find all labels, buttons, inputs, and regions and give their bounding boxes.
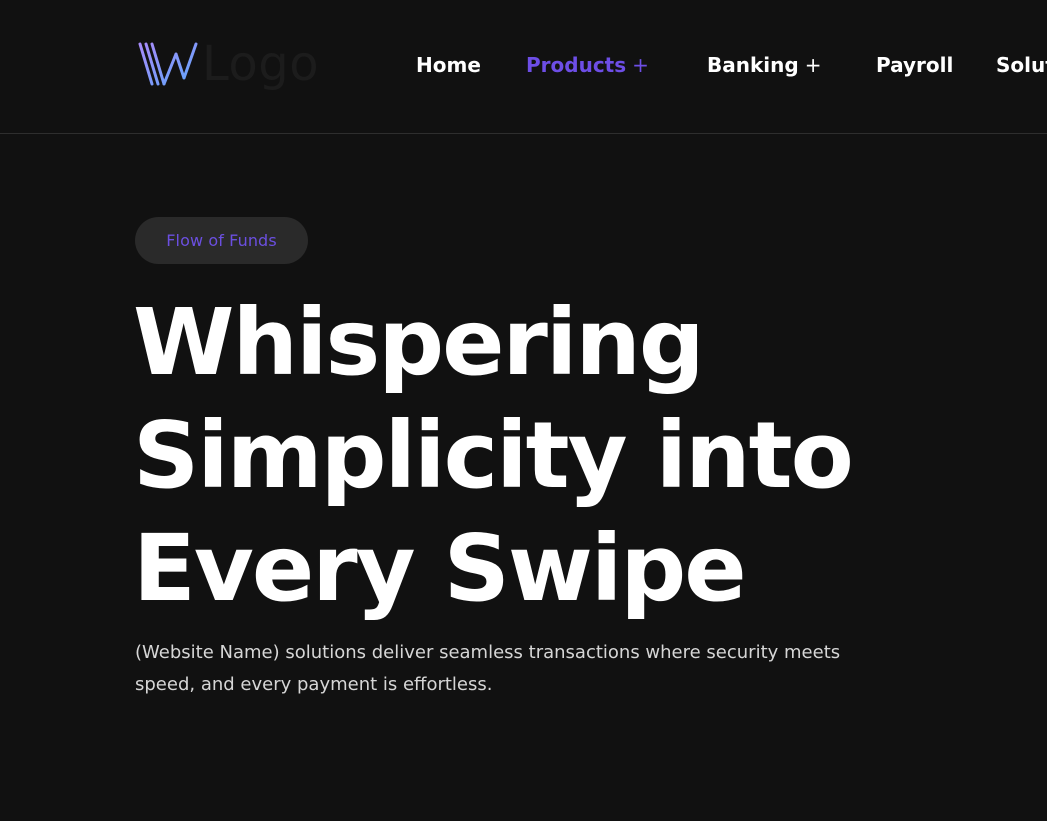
- nav-item-label: Home: [416, 53, 481, 77]
- headline-line: Every Swipe: [133, 515, 747, 622]
- badge-label: Flow of Funds: [166, 231, 277, 250]
- nav-item-label: Banking: [707, 53, 799, 77]
- hero-description: (Website Name) solutions deliver seamles…: [135, 637, 935, 701]
- description-line: speed, and every payment is effortless.: [135, 674, 493, 695]
- nav-item-products[interactable]: Products +: [526, 50, 649, 80]
- page: Logo Home Products + Banking + Payroll Sol…: [0, 0, 1047, 821]
- description-line: (Website Name) solutions deliver seamles…: [135, 642, 841, 663]
- plus-icon: +: [804, 53, 822, 77]
- logo-link[interactable]: Logo: [138, 38, 319, 90]
- nav-item-label: Payroll: [876, 53, 954, 77]
- headline-line: Whispering: [133, 289, 705, 396]
- nav-item-label: Products: [526, 53, 627, 77]
- site-header: Logo Home Products + Banking + Payroll Sol…: [0, 0, 1047, 134]
- section-badge: Flow of Funds: [135, 217, 308, 264]
- logo-text: Logo: [202, 36, 320, 92]
- nav-item-label: Solut: [996, 53, 1047, 77]
- nav-item-home[interactable]: Home: [416, 50, 481, 80]
- w-logo-icon: [138, 42, 198, 86]
- nav-item-solutions[interactable]: Solut: [996, 50, 1047, 80]
- hero-headline: Whispering Simplicity into Every Swipe: [133, 286, 953, 625]
- nav-item-banking[interactable]: Banking +: [707, 50, 821, 80]
- plus-icon: +: [632, 53, 649, 77]
- nav-item-payroll[interactable]: Payroll: [876, 50, 953, 80]
- headline-line: Simplicity into: [133, 402, 854, 509]
